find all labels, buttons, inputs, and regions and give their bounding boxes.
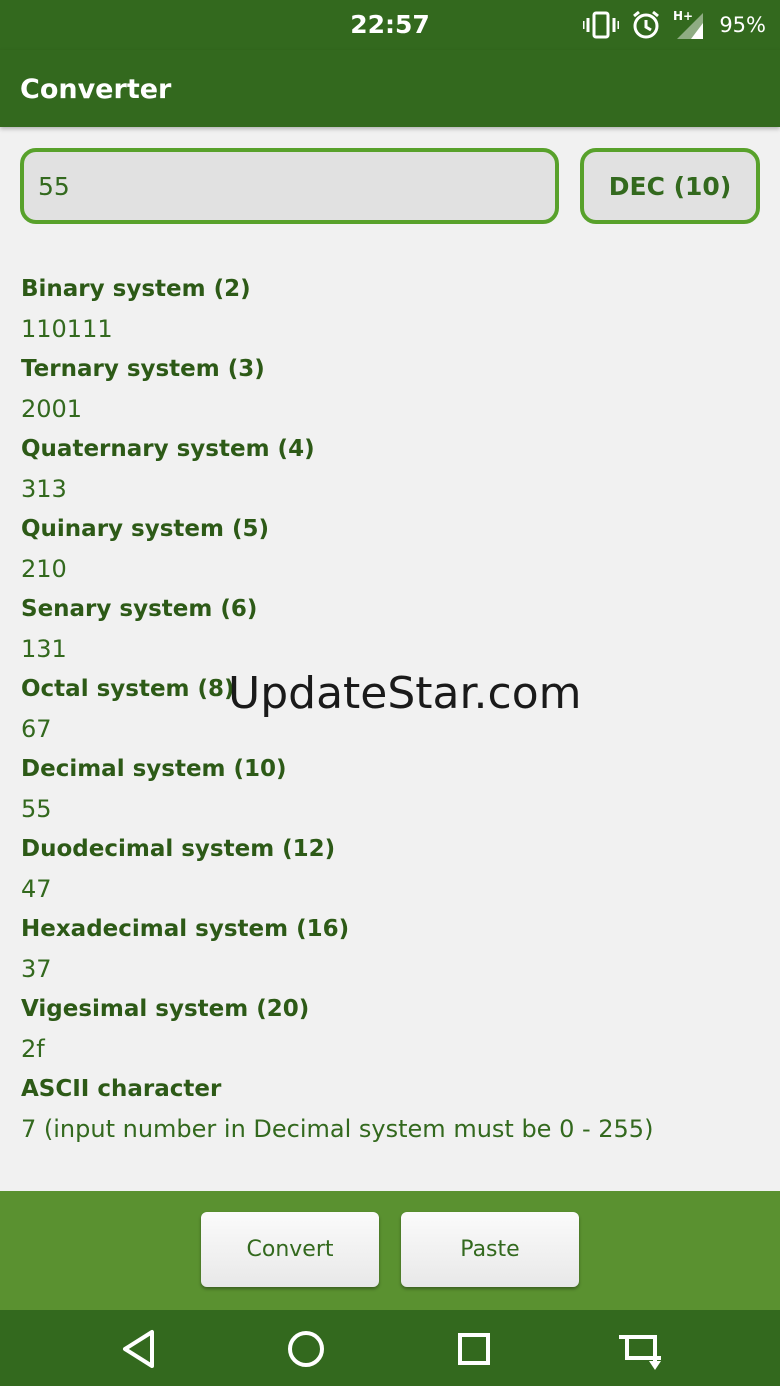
result-label-ternary: Ternary system (3) (21, 356, 265, 382)
alarm-icon (631, 10, 661, 40)
battery-level: 95% (719, 13, 766, 37)
signal-icon: H+ (673, 9, 707, 41)
page-title: Converter (20, 74, 172, 105)
result-value-binary: 110111 (21, 315, 113, 343)
result-value-quaternary: 313 (21, 475, 67, 503)
result-label-vigesimal: Vigesimal system (20) (21, 996, 310, 1022)
result-value-ternary: 2001 (21, 395, 83, 423)
recents-icon[interactable] (453, 1328, 495, 1370)
navigation-bar (0, 1310, 780, 1386)
result-value-ascii: 7 (input number in Decimal system must b… (21, 1115, 654, 1143)
result-label-hexadecimal: Hexadecimal system (16) (21, 916, 350, 942)
back-icon[interactable] (118, 1328, 160, 1370)
home-icon[interactable] (285, 1328, 327, 1370)
vibrate-icon (583, 11, 620, 39)
result-label-quinary: Quinary system (5) (21, 516, 270, 542)
result-label-decimal: Decimal system (10) (21, 756, 287, 782)
status-bar: 22:57 H+ 95% (0, 0, 780, 50)
result-value-quinary: 210 (21, 555, 67, 583)
status-icons: H+ 95% (583, 6, 766, 44)
convert-button[interactable]: Convert (201, 1212, 379, 1287)
result-value-senary: 131 (21, 635, 67, 663)
action-panel: Convert Paste (0, 1191, 780, 1310)
result-label-binary: Binary system (2) (21, 276, 251, 302)
result-label-quaternary: Quaternary system (4) (21, 436, 315, 462)
base-select-button[interactable]: DEC (10) (580, 148, 760, 224)
result-value-vigesimal: 2f (21, 1035, 45, 1063)
result-value-decimal: 55 (21, 795, 52, 823)
result-label-ascii: ASCII character (21, 1076, 222, 1102)
network-label: H+ (673, 9, 693, 23)
number-input[interactable] (20, 148, 559, 224)
result-value-duodecimal: 47 (21, 875, 52, 903)
result-value-hexadecimal: 37 (21, 955, 52, 983)
watermark: UpdateStar.com (228, 668, 582, 719)
rotate-icon[interactable] (617, 1328, 661, 1370)
result-label-senary: Senary system (6) (21, 596, 258, 622)
result-label-duodecimal: Duodecimal system (12) (21, 836, 336, 862)
paste-button[interactable]: Paste (401, 1212, 579, 1287)
app-bar: Converter (0, 50, 780, 127)
